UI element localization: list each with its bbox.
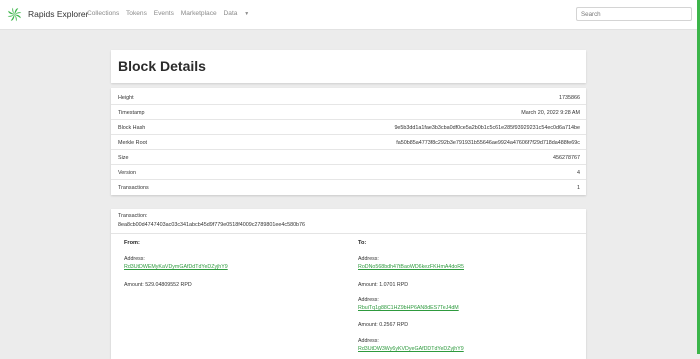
block-details-card: Height 1735866 Timestamp March 20, 2022 … xyxy=(111,88,586,195)
to-address-link[interactable]: RbuiTq1g88C1HZ9bHP6AN8dES7TeJ4dM xyxy=(358,305,459,311)
caret-down-icon: ▼ xyxy=(244,11,250,17)
page-title: Block Details xyxy=(118,58,206,74)
detail-row-merkle-root: Merkle Root fa50b85a4773f8c292b3e791931b… xyxy=(111,135,586,150)
detail-value: 4 xyxy=(577,170,580,176)
detail-value: 9e5b3dd1a1fae3b3cba0df0ce5a2b0b1c5c61e28… xyxy=(394,125,580,131)
detail-label: Transactions xyxy=(118,185,149,191)
detail-value: March 20, 2022 9:28 AM xyxy=(521,110,580,116)
detail-value: 456278767 xyxy=(553,155,580,161)
nav-events[interactable]: Events xyxy=(154,10,174,17)
detail-row-version: Version 4 xyxy=(111,165,586,180)
detail-label: Merkle Root xyxy=(118,140,148,146)
detail-label: Timestamp xyxy=(118,110,145,116)
to-amount: Amount: 0.2567 RPD xyxy=(358,322,409,328)
from-address-link[interactable]: Rd3UtDWEMyKaVDymGAfDdTdYeDZyjhY9 xyxy=(124,264,228,270)
to-heading: To: xyxy=(358,240,367,246)
detail-row-transactions: Transactions 1 xyxy=(111,180,586,195)
detail-row-block-hash: Block Hash 9e5b3dd1a1fae3b3cba0df0ce5a2b… xyxy=(111,120,586,135)
from-heading: From: xyxy=(124,240,140,246)
to-address-link[interactable]: Rd3UtDW3Wy6yKVDyeGAfDDTdYeDZyjhY9 xyxy=(358,346,464,352)
rapids-pinwheel-icon[interactable] xyxy=(7,7,22,22)
detail-label: Height xyxy=(118,95,134,101)
detail-label: Block Hash xyxy=(118,125,146,131)
transaction-label: Transaction: xyxy=(118,213,148,219)
brand-name[interactable]: Rapids Explorer xyxy=(28,9,88,19)
detail-value: 1 xyxy=(577,185,580,191)
detail-value: 1735866 xyxy=(559,95,580,101)
search-input[interactable] xyxy=(576,7,692,21)
detail-value: fa50b85a4773f8c292b3e791931b55646ae9924a… xyxy=(396,140,580,146)
detail-row-timestamp: Timestamp March 20, 2022 9:28 AM xyxy=(111,105,586,120)
to-address-label: Address: xyxy=(358,297,379,303)
navbar: Rapids Explorer Collections Tokens Event… xyxy=(0,0,697,30)
nav-tokens[interactable]: Tokens xyxy=(126,10,147,17)
from-amount: Amount: 529.04809552 RPD xyxy=(124,282,192,288)
detail-row-height: Height 1735866 xyxy=(111,90,586,105)
to-address-label: Address: xyxy=(358,338,379,344)
transaction-card: Transaction: 8ea8cb00d4747403ac03c341abc… xyxy=(111,209,586,359)
transaction-header: Transaction: 8ea8cb00d4747403ac03c341abc… xyxy=(111,209,586,234)
nav-marketplace[interactable]: Marketplace xyxy=(181,10,217,17)
detail-row-size: Size 456278767 xyxy=(111,150,586,165)
to-address-label: Address: xyxy=(358,256,379,262)
page-title-card: Block Details xyxy=(111,50,586,83)
detail-label: Size xyxy=(118,155,129,161)
to-address-link[interactable]: RoDNo568bdh47tBaoWD6kezFKHmA4doR5 xyxy=(358,264,464,270)
detail-label: Version xyxy=(118,170,136,176)
main-nav: Collections Tokens Events Marketplace Da… xyxy=(87,10,259,17)
to-amount: Amount: 1.0701 RPD xyxy=(358,282,409,288)
nav-data-dropdown[interactable]: Data ▼ xyxy=(224,10,255,17)
from-address-label: Address: xyxy=(124,256,145,262)
nav-data-label: Data xyxy=(223,10,238,17)
transaction-hash: 8ea8cb00d4747403ac03c341abcb45d9f779e051… xyxy=(118,222,306,228)
nav-collections[interactable]: Collections xyxy=(87,10,119,17)
